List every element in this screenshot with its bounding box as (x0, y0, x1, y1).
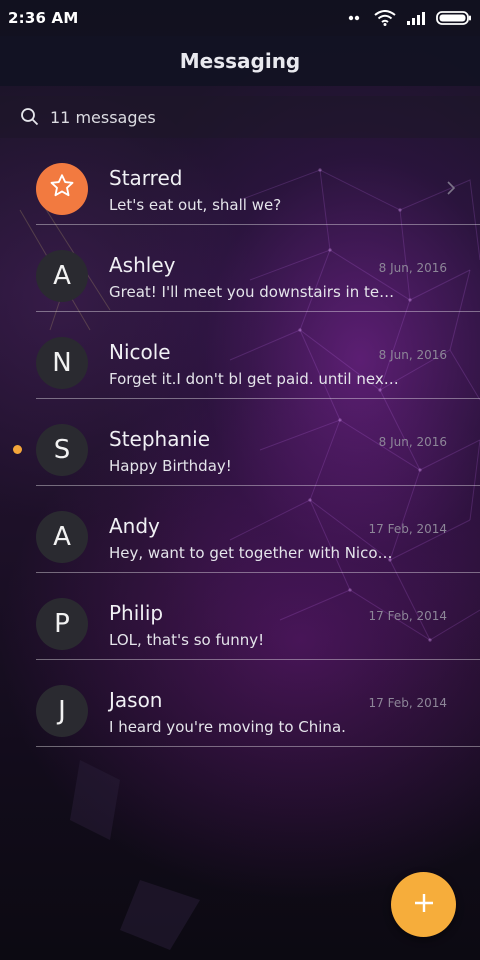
conversation-list: Starred Let's eat out, shall we? A Ashle… (0, 138, 480, 747)
avatar: N (36, 337, 88, 389)
page-title: Messaging (179, 49, 301, 73)
thread-name: Starred (109, 166, 183, 190)
thread-snippet: Hey, want to get together with Nico… (109, 544, 393, 562)
search-bar[interactable]: 11 messages (0, 96, 480, 138)
avatar: A (36, 511, 88, 563)
conversation-row-stephanie[interactable]: S Stephanie Happy Birthday! 8 Jun, 2016 (0, 399, 480, 486)
thread-snippet: Let's eat out, shall we? (109, 196, 282, 214)
thread-snippet: I heard you're moving to China. (109, 718, 346, 736)
battery-icon (436, 11, 472, 25)
chevron-right-icon (446, 180, 456, 200)
thread-snippet: LOL, that's so funny! (109, 631, 265, 649)
cellular-signal-icon (406, 11, 426, 25)
star-icon (48, 172, 76, 207)
thread-name: Stephanie (109, 427, 211, 451)
avatar: J (36, 685, 88, 737)
app-header: Messaging (0, 36, 480, 86)
new-message-button[interactable] (391, 872, 456, 937)
thread-snippet: Great! I'll meet you downstairs in te… (109, 283, 395, 301)
messaging-screen: 2:36 AM Messaging 11 messages Starred Le… (0, 0, 480, 960)
search-icon (20, 107, 50, 127)
status-bar: 2:36 AM (0, 0, 480, 36)
thread-name: Jason (109, 688, 163, 712)
thread-name: Nicole (109, 340, 171, 364)
thread-name: Ashley (109, 253, 176, 277)
message-count-label: 11 messages (50, 107, 156, 127)
wifi-icon (374, 10, 396, 26)
thread-date: 8 Jun, 2016 (378, 261, 447, 275)
starred-row[interactable]: Starred Let's eat out, shall we? (0, 138, 480, 225)
avatar: A (36, 250, 88, 302)
thread-snippet: Happy Birthday! (109, 457, 232, 475)
thread-date: 17 Feb, 2014 (368, 696, 448, 710)
plus-icon (412, 891, 436, 919)
thread-name: Philip (109, 601, 164, 625)
status-time: 2:36 AM (8, 9, 79, 27)
avatar: P (36, 598, 88, 650)
conversation-row-ashley[interactable]: A Ashley Great! I'll meet you downstairs… (0, 225, 480, 312)
divider (36, 746, 480, 747)
avatar: S (36, 424, 88, 476)
thread-date: 8 Jun, 2016 (378, 435, 447, 449)
thread-snippet: Forget it.I don't bl get paid. until nex… (109, 370, 399, 388)
thread-date: 17 Feb, 2014 (368, 609, 448, 623)
conversation-row-philip[interactable]: P Philip LOL, that's so funny! 17 Feb, 2… (0, 573, 480, 660)
thread-date: 17 Feb, 2014 (368, 522, 448, 536)
conversation-row-andy[interactable]: A Andy Hey, want to get together with Ni… (0, 486, 480, 573)
thread-date: 8 Jun, 2016 (378, 348, 447, 362)
conversation-row-jason[interactable]: J Jason I heard you're moving to China. … (0, 660, 480, 747)
thread-name: Andy (109, 514, 160, 538)
starred-avatar (36, 163, 88, 215)
signal-dots-icon (348, 15, 364, 21)
conversation-row-nicole[interactable]: N Nicole Forget it.I don't bl get paid. … (0, 312, 480, 399)
status-icons (348, 0, 472, 36)
unread-indicator (13, 445, 22, 454)
